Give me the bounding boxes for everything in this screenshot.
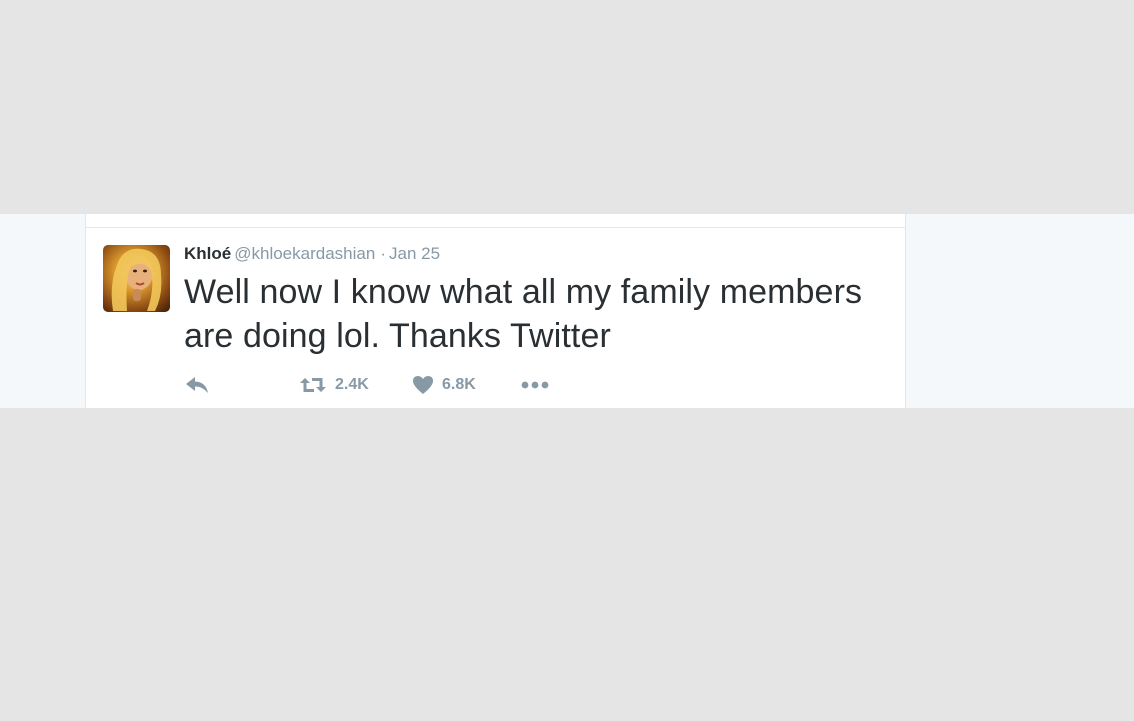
like-button[interactable]: 6.8K [412, 374, 476, 396]
reply-icon [184, 376, 210, 394]
like-count: 6.8K [442, 376, 476, 393]
author-handle[interactable]: @khloekardashian [234, 244, 375, 263]
tweet-date[interactable]: Jan 25 [389, 244, 440, 263]
header-separator: · [380, 244, 386, 263]
author-name[interactable]: Khloé [184, 244, 231, 263]
retweet-button[interactable]: 2.4K [299, 374, 369, 396]
card-divider [86, 227, 905, 228]
avatar[interactable] [103, 245, 170, 312]
tweet-card[interactable]: Khloé @khloekardashian · Jan 25 Well now I … [85, 214, 906, 408]
tweet-strip: Khloé @khloekardashian · Jan 25 Well now I … [0, 214, 1134, 408]
heart-icon [412, 375, 434, 395]
tweet-text: Well now I know what all my family membe… [184, 273, 863, 355]
tweet-header: Khloé @khloekardashian · Jan 25 [184, 243, 440, 265]
retweet-count: 2.4K [335, 376, 369, 393]
more-button[interactable] [521, 374, 549, 396]
retweet-icon [299, 376, 327, 394]
more-dots-icon [521, 381, 549, 389]
tweet-actions: 2.4K 6.8K [184, 374, 584, 396]
reply-button[interactable] [184, 374, 210, 396]
